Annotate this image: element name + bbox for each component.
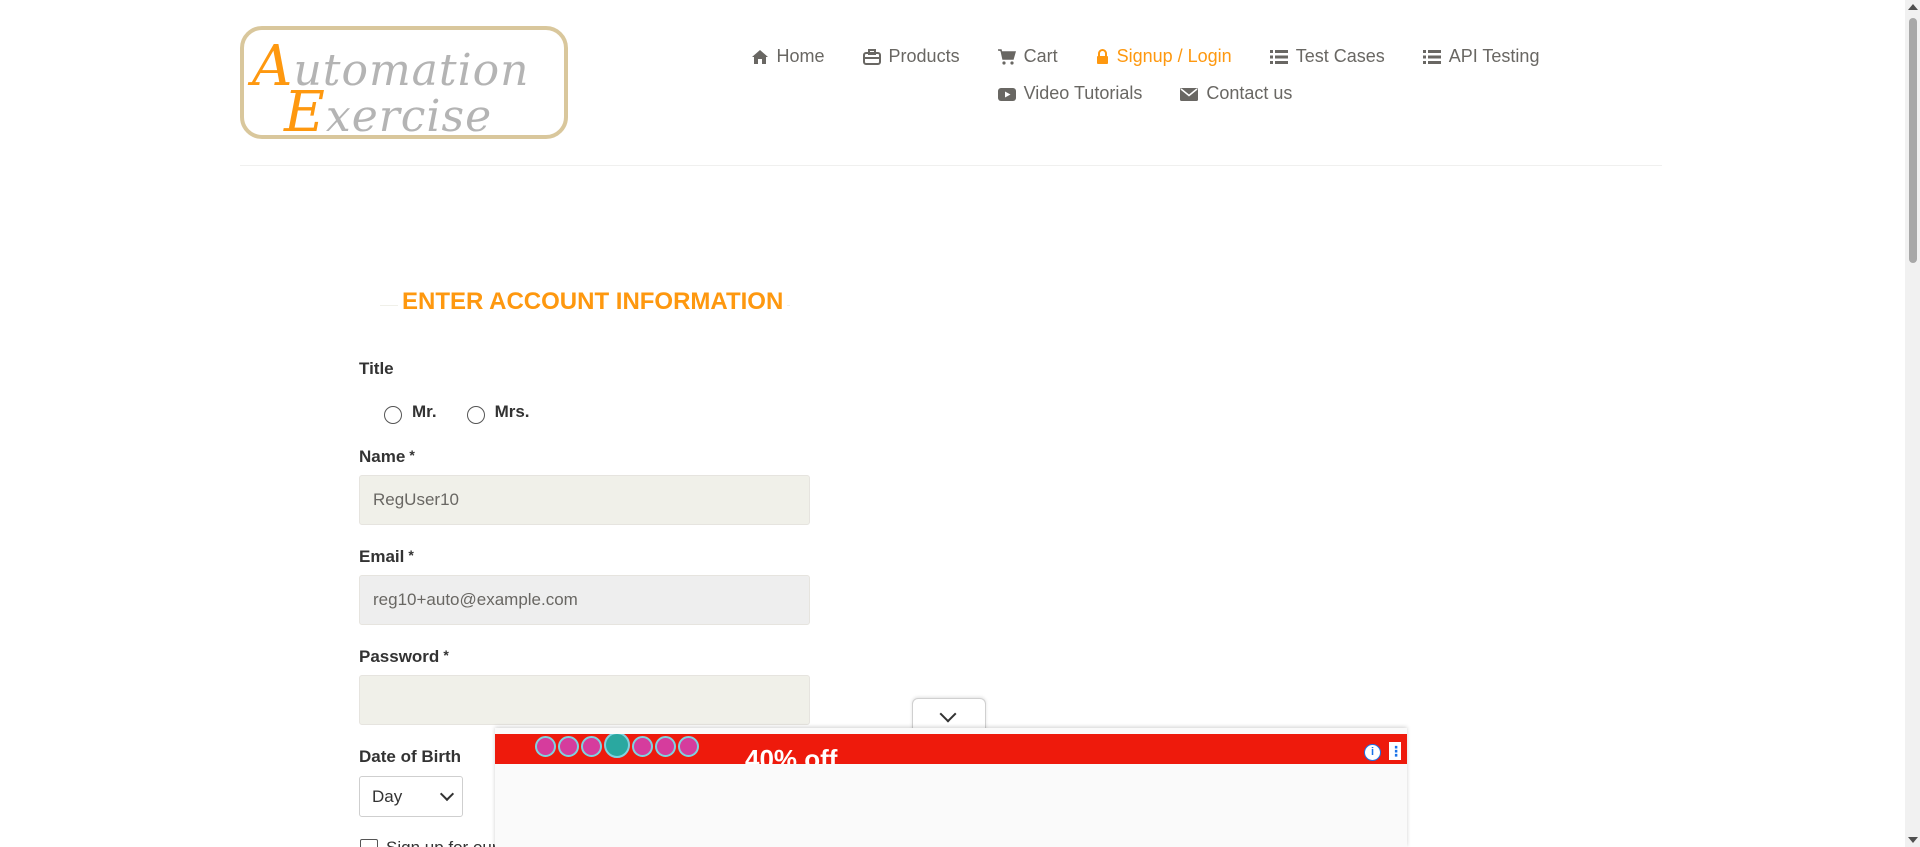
- nav-cart[interactable]: Cart: [997, 38, 1058, 75]
- nav-contact-us-label: Contact us: [1206, 83, 1293, 103]
- nav-contact-us[interactable]: Contact us: [1180, 75, 1292, 112]
- ad-decoration: [535, 736, 556, 757]
- required-marker: *: [408, 547, 414, 563]
- ad-collapse-button[interactable]: [912, 698, 986, 731]
- nav-signup-login-label: Signup / Login: [1116, 46, 1232, 66]
- envelope-icon: [1180, 87, 1199, 101]
- name-input[interactable]: RegUser10: [359, 475, 810, 525]
- section-title: ENTER ACCOUNT INFORMATION: [398, 288, 788, 316]
- ad-artwork: [535, 734, 699, 764]
- title-mrs-label: Mrs.: [494, 402, 530, 421]
- email-input[interactable]: reg10+auto@example.com: [359, 575, 810, 625]
- ad-decoration: [558, 736, 579, 757]
- vertical-scrollbar[interactable]: [1905, 0, 1920, 847]
- dob-day-select[interactable]: Day: [359, 776, 463, 817]
- nav-video-tutorials[interactable]: Video Tutorials: [997, 75, 1143, 112]
- nav-video-tutorials-label: Video Tutorials: [1023, 83, 1143, 103]
- email-label: Email *: [359, 547, 414, 566]
- title-radio-group: Mr. Mrs.: [384, 400, 530, 424]
- ad-menu-icon[interactable]: ⋮: [1389, 742, 1403, 760]
- password-label: Password *: [359, 647, 449, 666]
- nav-api-testing-label: API Testing: [1448, 46, 1540, 66]
- required-marker: *: [409, 447, 415, 463]
- nav-test-cases-label: Test Cases: [1295, 46, 1385, 66]
- nav-cart-label: Cart: [1023, 46, 1058, 66]
- nav-home[interactable]: Home: [751, 38, 825, 75]
- section-heading: ENTER ACCOUNT INFORMATION: [380, 288, 790, 324]
- cart-icon: [997, 48, 1016, 65]
- scroll-down-arrow-icon[interactable]: [1908, 837, 1918, 843]
- nav-row-1: Home Products Cart Signup / Login Test C…: [730, 38, 1560, 75]
- site-logo[interactable]: Automation Exercise: [240, 26, 568, 139]
- title-mr-option[interactable]: Mr.: [384, 400, 437, 424]
- ad-decoration: [678, 736, 699, 757]
- scroll-up-arrow-icon[interactable]: [1908, 4, 1918, 10]
- ad-decoration: [604, 734, 630, 758]
- dob-day-value: Day: [372, 787, 403, 806]
- nav-row-2: Video Tutorials Contact us: [730, 75, 1560, 112]
- ad-decoration: [632, 736, 653, 757]
- scroll-thumb[interactable]: [1909, 18, 1917, 263]
- briefcase-icon: [862, 48, 881, 65]
- nav-api-testing[interactable]: API Testing: [1422, 38, 1540, 75]
- title-mrs-option[interactable]: Mrs.: [466, 400, 530, 424]
- ad-headline: 40% off: [745, 744, 838, 764]
- nav-products-label: Products: [888, 46, 960, 66]
- header-divider: [240, 165, 1662, 166]
- chevron-down-icon: [439, 786, 455, 802]
- nav-products[interactable]: Products: [862, 38, 960, 75]
- name-label: Name *: [359, 447, 415, 466]
- youtube-icon: [997, 87, 1016, 101]
- list-icon: [1269, 49, 1288, 64]
- list-icon: [1422, 49, 1441, 64]
- nav-signup-login[interactable]: Signup / Login: [1096, 38, 1232, 75]
- ad-decoration: [655, 736, 676, 757]
- main-nav: Home Products Cart Signup / Login Test C…: [730, 38, 1560, 112]
- home-icon: [751, 49, 768, 64]
- ad-decoration: [581, 736, 602, 757]
- ad-banner[interactable]: 40% off i ⋮: [495, 734, 1407, 764]
- dob-label: Date of Birth: [359, 747, 461, 766]
- newsletter-checkbox[interactable]: [360, 839, 378, 847]
- title-mrs-radio[interactable]: [466, 406, 485, 424]
- nav-test-cases[interactable]: Test Cases: [1269, 38, 1385, 75]
- ad-banner-frame[interactable]: 40% off i ⋮: [495, 728, 1407, 847]
- lock-icon: [1096, 48, 1108, 64]
- required-marker: *: [443, 647, 449, 663]
- chevron-down-icon: [939, 705, 957, 723]
- password-input[interactable]: [359, 675, 810, 725]
- logo-line-2: Exercise: [284, 80, 493, 139]
- page: Automation Exercise Home Products Cart S…: [0, 0, 1920, 847]
- ad-info-icon[interactable]: i: [1364, 744, 1381, 761]
- title-mr-radio[interactable]: [384, 406, 402, 424]
- nav-home-label: Home: [776, 46, 825, 66]
- title-label: Title: [359, 359, 394, 378]
- title-mr-label: Mr.: [412, 402, 437, 421]
